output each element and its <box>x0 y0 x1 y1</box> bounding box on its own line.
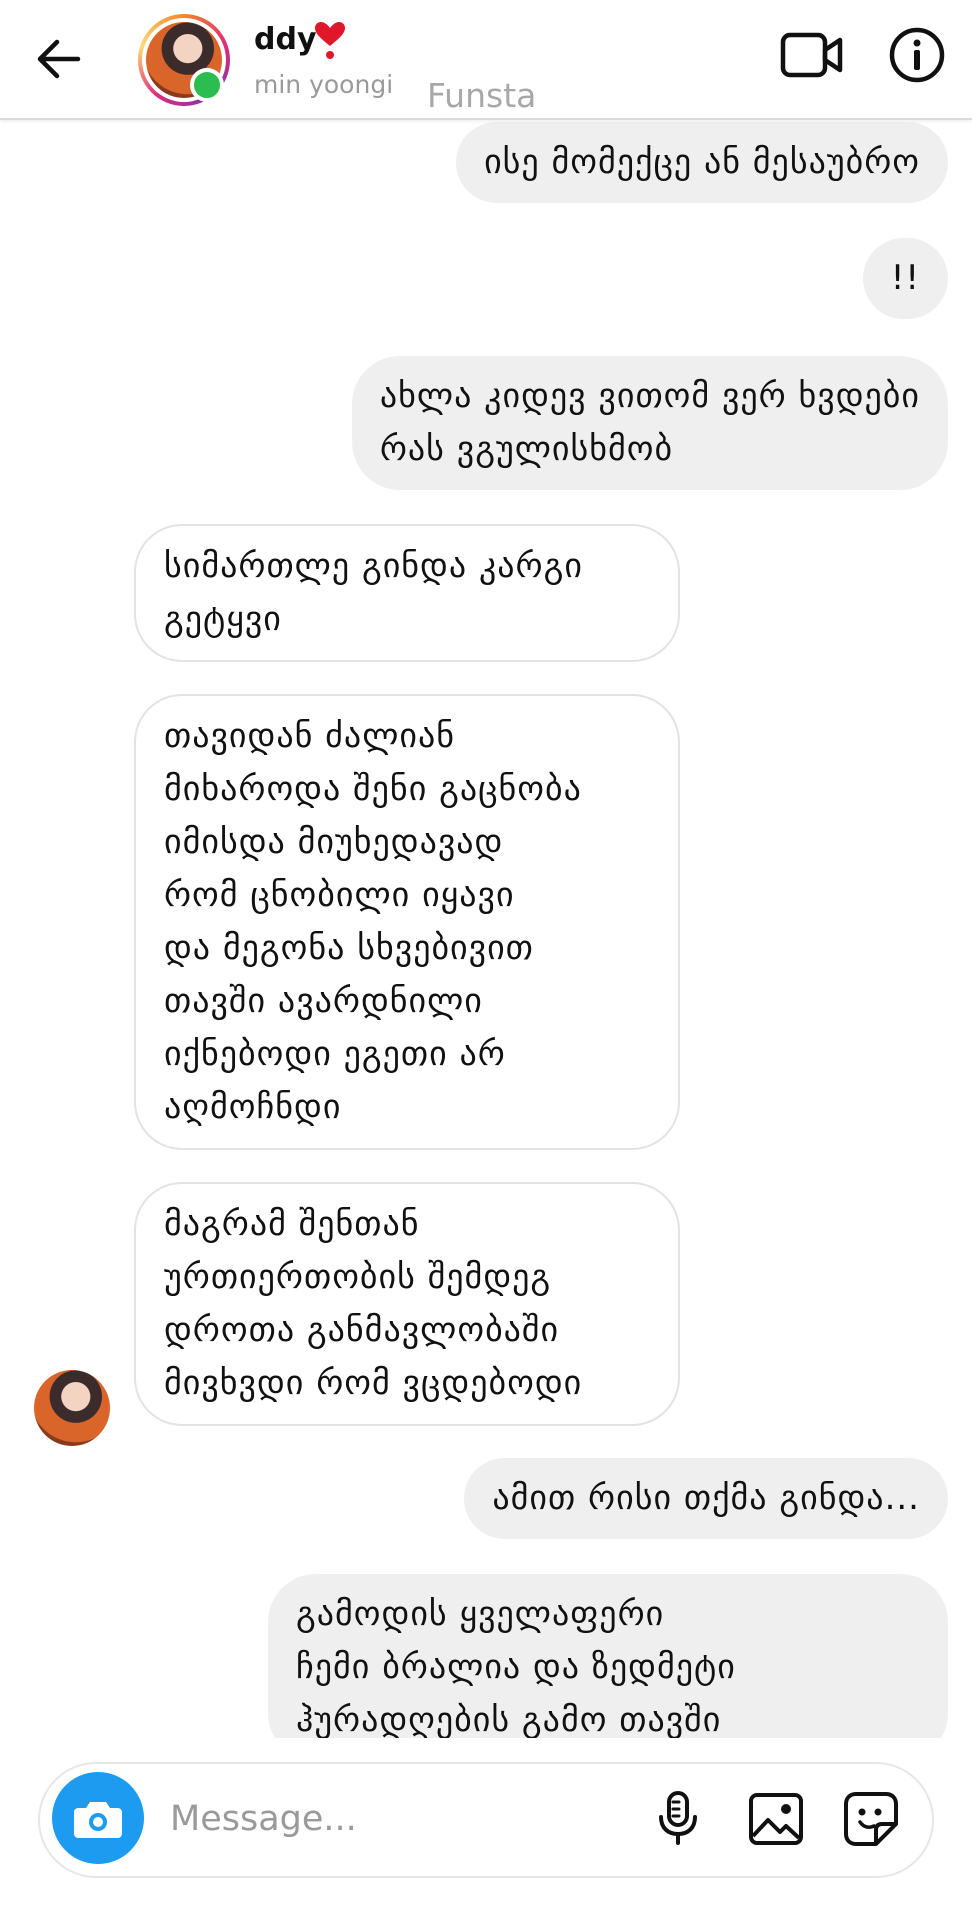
message-bubble-incoming[interactable]: მაგრამ შენთან ურთიერთობის შემდეგ დროთა გ… <box>134 1182 680 1426</box>
message-bubble-outgoing[interactable]: ახლა კიდევ ვითომ ვერ ხვდები რას ვგულისხმ… <box>351 356 948 490</box>
info-icon[interactable] <box>888 26 946 84</box>
message-thread[interactable]: ისე მომექცე ან მესაუბრო !! ახლა კიდევ ვი… <box>0 118 972 1738</box>
chat-username: min yoongi <box>254 70 394 99</box>
message-bubble-incoming[interactable]: თავიდან ძალიან მიხაროდა შენი გაცნობა იმი… <box>134 694 680 1150</box>
back-arrow-icon[interactable] <box>30 30 88 88</box>
message-bubble-outgoing[interactable]: გამოდის ყველაფერი ჩემი ბრალია და ზედმეტი… <box>268 1574 948 1738</box>
online-status-dot <box>190 68 224 102</box>
video-camera-icon[interactable] <box>780 26 844 84</box>
camera-icon <box>74 1802 122 1838</box>
message-bubble-outgoing[interactable]: ისე მომექცე ან მესაუბრო <box>456 122 948 203</box>
image-icon[interactable] <box>748 1792 804 1846</box>
message-bubble-outgoing[interactable]: !! <box>862 238 948 319</box>
microphone-icon[interactable] <box>654 1790 702 1846</box>
chat-display-name[interactable]: ddy <box>254 22 317 57</box>
funsta-watermark: Funsta <box>427 76 537 115</box>
camera-button[interactable] <box>52 1772 144 1864</box>
heart-exclamation-icon <box>315 22 345 59</box>
sender-avatar[interactable] <box>34 1370 110 1446</box>
message-input[interactable] <box>168 1788 632 1850</box>
message-bubble-incoming[interactable]: სიმართლე გინდა კარგი გეტყვი <box>134 524 680 662</box>
sticker-icon[interactable] <box>842 1790 900 1848</box>
message-bubble-outgoing[interactable]: ამით რისი თქმა გინდა... <box>464 1458 948 1539</box>
